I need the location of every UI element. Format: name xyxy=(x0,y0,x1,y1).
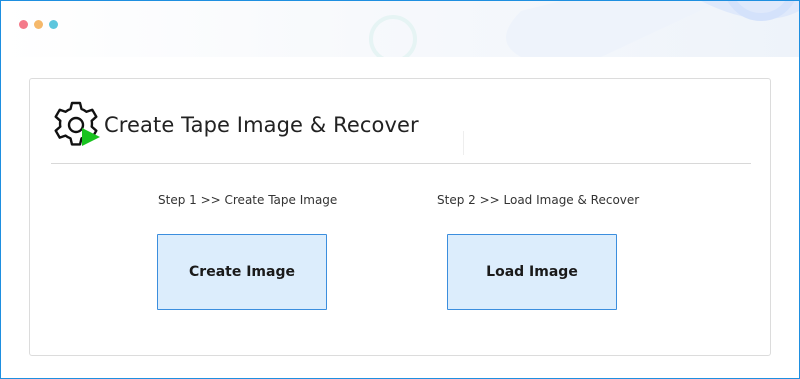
main-panel: Create Tape Image & Recover Step 1 >> Cr… xyxy=(29,78,771,356)
close-dot[interactable] xyxy=(19,20,28,29)
gear-play-icon xyxy=(48,97,104,153)
maximize-dot[interactable] xyxy=(49,20,58,29)
minimize-dot[interactable] xyxy=(34,20,43,29)
step-1-label: Step 1 >> Create Tape Image xyxy=(158,193,338,207)
page-title: Create Tape Image & Recover xyxy=(104,113,419,137)
step-2-label: Step 2 >> Load Image & Recover xyxy=(437,193,640,207)
title-bar xyxy=(1,1,799,57)
header-divider xyxy=(51,163,751,164)
divider-tick xyxy=(463,131,464,155)
create-image-button[interactable]: Create Image xyxy=(157,234,327,310)
load-image-button[interactable]: Load Image xyxy=(447,234,617,310)
background-decoration xyxy=(369,1,799,57)
window-controls[interactable] xyxy=(19,20,58,29)
panel-header: Create Tape Image & Recover xyxy=(48,97,419,153)
app-window: Create Tape Image & Recover Step 1 >> Cr… xyxy=(0,0,800,379)
